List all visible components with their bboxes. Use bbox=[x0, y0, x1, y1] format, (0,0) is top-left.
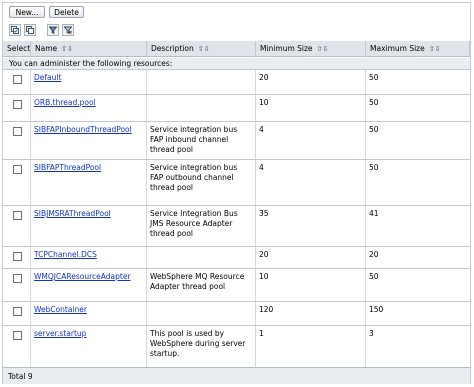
name-cell: Default bbox=[31, 70, 147, 94]
table-row: TCPChannel.DCS 20 20 bbox=[3, 247, 470, 269]
description-cell bbox=[147, 70, 256, 94]
name-cell: server.startup bbox=[31, 326, 147, 367]
sort-icon[interactable]: ⇧⇩ bbox=[61, 45, 73, 53]
description-cell: Service integration bus FAP inbound chan… bbox=[147, 122, 256, 159]
select-cell bbox=[3, 326, 31, 367]
name-cell: WMQJCAResourceAdapter bbox=[31, 269, 147, 301]
description-cell: Service Integration Bus JMS Resource Ada… bbox=[147, 206, 256, 246]
name-cell: SIBJMSRAThreadPool bbox=[31, 206, 147, 246]
description-cell: WebSphere MQ Resource Adapter thread poo… bbox=[147, 269, 256, 301]
maximum-size-cell: 50 bbox=[369, 125, 379, 134]
minimum-size-cell: 10 bbox=[256, 95, 366, 121]
minimum-size-cell: 35 bbox=[256, 206, 366, 246]
maximum-size-cell: 3 bbox=[369, 329, 374, 338]
select-cell bbox=[3, 206, 31, 246]
table-row: WebContainer 120 150 bbox=[3, 302, 470, 326]
table-row: SIBFAPInboundThreadPool Service integrati… bbox=[3, 122, 470, 160]
maximum-size-cell: 50 bbox=[369, 272, 379, 281]
name-cell: SIBFAPThreadPool bbox=[31, 160, 147, 205]
table-footer: Total 9 bbox=[3, 367, 470, 384]
resource-name-link[interactable]: WebContainer bbox=[34, 305, 87, 314]
resource-name-link[interactable]: server.startup bbox=[34, 329, 86, 338]
table-row: ORB.thread.pool 10 50 bbox=[3, 95, 470, 122]
maximum-size-cell: 50 bbox=[369, 73, 379, 82]
deselect-all-icon[interactable] bbox=[24, 24, 36, 36]
select-cell bbox=[3, 122, 31, 159]
row-checkbox[interactable] bbox=[13, 252, 22, 261]
collection-panel: New... Delete Select Name ⇧⇩ Description ⇧… bbox=[2, 2, 471, 384]
maximum-size-cell: 50 bbox=[369, 98, 379, 107]
select-cell bbox=[3, 247, 31, 268]
minimum-size-cell: 20 bbox=[256, 247, 366, 268]
description-cell bbox=[147, 95, 256, 121]
row-checkbox[interactable] bbox=[13, 75, 22, 84]
maximum-size-cell: 20 bbox=[369, 250, 379, 259]
row-checkbox[interactable] bbox=[13, 127, 22, 136]
minimum-size-cell: 4 bbox=[256, 160, 366, 205]
table-row: server.startup This pool is used by WebSp… bbox=[3, 326, 470, 368]
table-row: WMQJCAResourceAdapter WebSphere MQ Resour… bbox=[3, 269, 470, 302]
select-cell bbox=[3, 95, 31, 121]
name-cell: SIBFAPInboundThreadPool bbox=[31, 122, 147, 159]
sort-icon[interactable]: ⇧⇩ bbox=[198, 45, 210, 53]
maximum-size-cell: 41 bbox=[369, 209, 379, 218]
name-cell: WebContainer bbox=[31, 302, 147, 325]
row-checkbox[interactable] bbox=[13, 307, 22, 316]
sort-icon[interactable]: ⇧⇩ bbox=[429, 45, 441, 53]
resource-name-link[interactable]: WMQJCAResourceAdapter bbox=[34, 272, 131, 281]
total-count: Total 9 bbox=[8, 371, 33, 381]
clear-filter-icon[interactable] bbox=[62, 24, 74, 36]
minimum-size-cell: 10 bbox=[256, 269, 366, 301]
description-cell bbox=[147, 247, 256, 268]
minimum-size-cell: 20 bbox=[256, 70, 366, 94]
row-checkbox[interactable] bbox=[13, 211, 22, 220]
resource-name-link[interactable]: SIBFAPThreadPool bbox=[34, 163, 101, 172]
table-tools bbox=[3, 21, 470, 41]
resource-name-link[interactable]: SIBFAPInboundThreadPool bbox=[34, 125, 132, 134]
select-cell bbox=[3, 302, 31, 325]
maximum-size-column-header[interactable]: Maximum Size ⇧⇩ bbox=[366, 41, 470, 57]
resource-name-link[interactable]: TCPChannel.DCS bbox=[34, 250, 97, 259]
row-checkbox[interactable] bbox=[13, 331, 22, 340]
resource-name-link[interactable]: Default bbox=[34, 73, 61, 82]
description-column-header[interactable]: Description ⇧⇩ bbox=[147, 41, 256, 57]
show-filter-icon[interactable] bbox=[47, 24, 59, 36]
name-cell: ORB.thread.pool bbox=[31, 95, 147, 121]
row-checkbox[interactable] bbox=[13, 100, 22, 109]
select-cell bbox=[3, 160, 31, 205]
description-cell: Service integration bus FAP outbound cha… bbox=[147, 160, 256, 205]
name-cell: TCPChannel.DCS bbox=[31, 247, 147, 268]
table-row: Default 20 50 bbox=[3, 70, 470, 95]
resource-name-link[interactable]: SIBJMSRAThreadPool bbox=[34, 209, 111, 218]
maximum-size-cell: 150 bbox=[369, 305, 384, 314]
minimum-size-cell: 4 bbox=[256, 122, 366, 159]
select-column-header: Select bbox=[3, 41, 31, 57]
row-checkbox[interactable] bbox=[13, 274, 22, 283]
resource-name-link[interactable]: ORB.thread.pool bbox=[34, 98, 96, 107]
description-cell bbox=[147, 302, 256, 325]
minimum-size-cell: 1 bbox=[256, 326, 366, 367]
button-bar: New... Delete bbox=[3, 3, 470, 20]
minimum-size-cell: 120 bbox=[256, 302, 366, 325]
name-column-header[interactable]: Name ⇧⇩ bbox=[31, 41, 147, 57]
select-cell bbox=[3, 70, 31, 94]
administer-banner: You can administer the following resourc… bbox=[3, 58, 470, 70]
table-row: SIBJMSRAThreadPool Service Integration Bu… bbox=[3, 206, 470, 247]
select-cell bbox=[3, 269, 31, 301]
select-all-icon[interactable] bbox=[9, 24, 21, 36]
table-row: SIBFAPThreadPool Service integration bus … bbox=[3, 160, 470, 206]
minimum-size-column-header[interactable]: Minimum Size ⇧⇩ bbox=[256, 41, 366, 57]
new-button[interactable]: New... bbox=[9, 6, 45, 18]
maximum-size-cell: 50 bbox=[369, 163, 379, 172]
sort-icon[interactable]: ⇧⇩ bbox=[317, 45, 329, 53]
description-cell: This pool is used by WebSphere during se… bbox=[147, 326, 256, 367]
row-checkbox[interactable] bbox=[13, 165, 22, 174]
delete-button[interactable]: Delete bbox=[49, 6, 84, 18]
